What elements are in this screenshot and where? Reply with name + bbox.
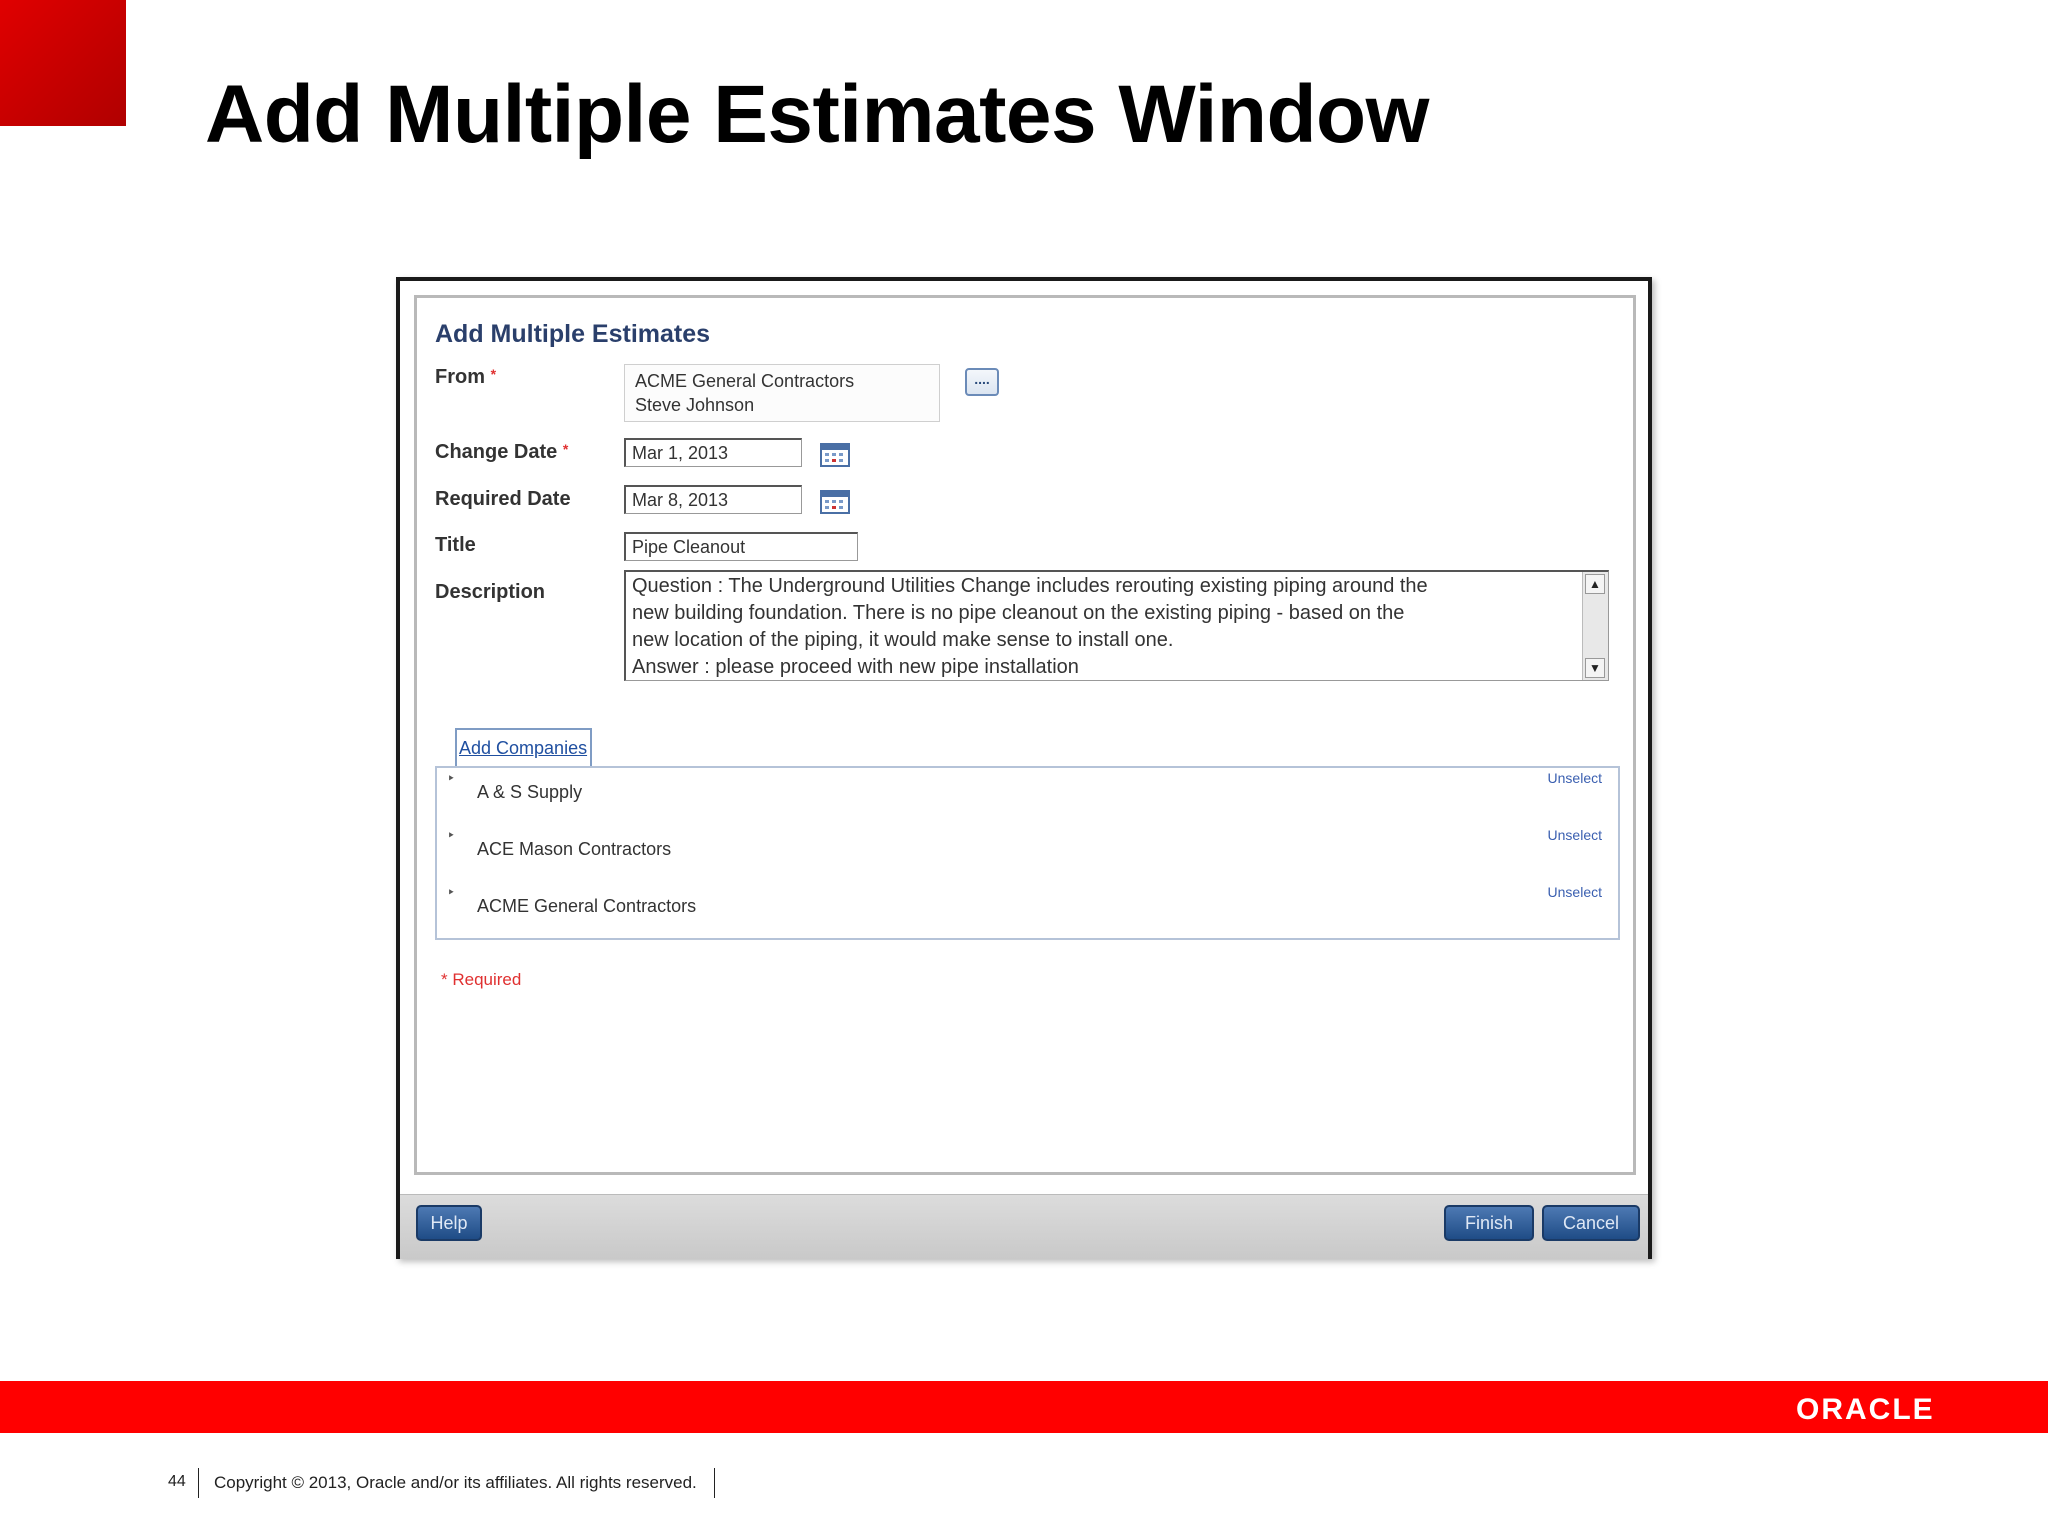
unselect-link[interactable]: Unselect: [1548, 770, 1602, 786]
required-note: * Required: [441, 970, 522, 989]
from-contact: Steve Johnson: [635, 395, 755, 415]
company-list: ‣ A & S Supply Unselect ‣ ACE Mason Cont…: [435, 766, 1620, 940]
expand-arrow-icon[interactable]: ‣: [447, 827, 455, 844]
help-button[interactable]: Help: [416, 1205, 482, 1241]
calendar-icon[interactable]: [820, 441, 850, 467]
required-date-label: Required Date: [435, 488, 571, 510]
finish-button[interactable]: Finish: [1444, 1205, 1534, 1241]
calendar-icon[interactable]: [820, 488, 850, 514]
scroll-down-icon[interactable]: ▼: [1585, 658, 1605, 678]
from-company: ACME General Contractors: [635, 371, 855, 391]
add-companies-tab[interactable]: Add Companies: [455, 728, 592, 768]
required-marker: *: [562, 441, 569, 457]
brand-footer-bar: [0, 1381, 2048, 1433]
expand-arrow-icon[interactable]: ‣: [447, 884, 455, 901]
window-title: Add Multiple Estimates: [435, 320, 711, 348]
from-label: From *: [435, 366, 497, 388]
slide-title: Add Multiple Estimates Window: [205, 69, 1429, 160]
required-marker: *: [490, 366, 497, 382]
description-scrollbar[interactable]: ▲ ▼: [1582, 572, 1608, 680]
title-input[interactable]: Pipe Cleanout: [624, 532, 858, 561]
from-field: ACME General Contractors Steve Johnson: [624, 364, 940, 422]
change-date-input[interactable]: Mar 1, 2013: [624, 438, 802, 467]
description-textarea[interactable]: Question : The Underground Utilities Cha…: [624, 570, 1609, 681]
add-companies-link[interactable]: Add Companies: [459, 738, 587, 759]
unselect-link[interactable]: Unselect: [1548, 884, 1602, 900]
copyright-text: Copyright © 2013, Oracle and/or its affi…: [214, 1473, 697, 1492]
cancel-button[interactable]: Cancel: [1542, 1205, 1640, 1241]
dialog-footer: Help Finish Cancel: [400, 1194, 1648, 1259]
window-screenshot: Add Multiple Estimates From * ACME Gener…: [396, 277, 1652, 1259]
list-item: ‣ ACME General Contractors Unselect: [437, 882, 1618, 938]
company-name: A & S Supply: [477, 782, 583, 802]
required-date-input[interactable]: Mar 8, 2013: [624, 485, 802, 514]
from-picker-button[interactable]: ....: [965, 368, 999, 396]
expand-arrow-icon[interactable]: ‣: [447, 770, 455, 787]
dialog-panel: Add Multiple Estimates From * ACME Gener…: [414, 295, 1636, 1175]
description-text: Question : The Underground Utilities Cha…: [632, 575, 1428, 678]
footer-divider: [714, 1468, 715, 1498]
title-label: Title: [435, 534, 476, 556]
company-name: ACE Mason Contractors: [477, 839, 672, 859]
footer-divider: [198, 1468, 199, 1498]
company-name: ACME General Contractors: [477, 896, 697, 916]
corner-accent-block: [0, 0, 126, 126]
scroll-up-icon[interactable]: ▲: [1585, 574, 1605, 594]
page-number: 44: [168, 1473, 186, 1490]
oracle-logo: ORACLE: [1796, 1393, 1935, 1426]
change-date-label: Change Date *: [435, 441, 569, 463]
list-item: ‣ ACE Mason Contractors Unselect: [437, 825, 1618, 881]
description-label: Description: [435, 581, 546, 603]
list-item: ‣ A & S Supply Unselect: [437, 768, 1618, 824]
unselect-link[interactable]: Unselect: [1548, 827, 1602, 843]
